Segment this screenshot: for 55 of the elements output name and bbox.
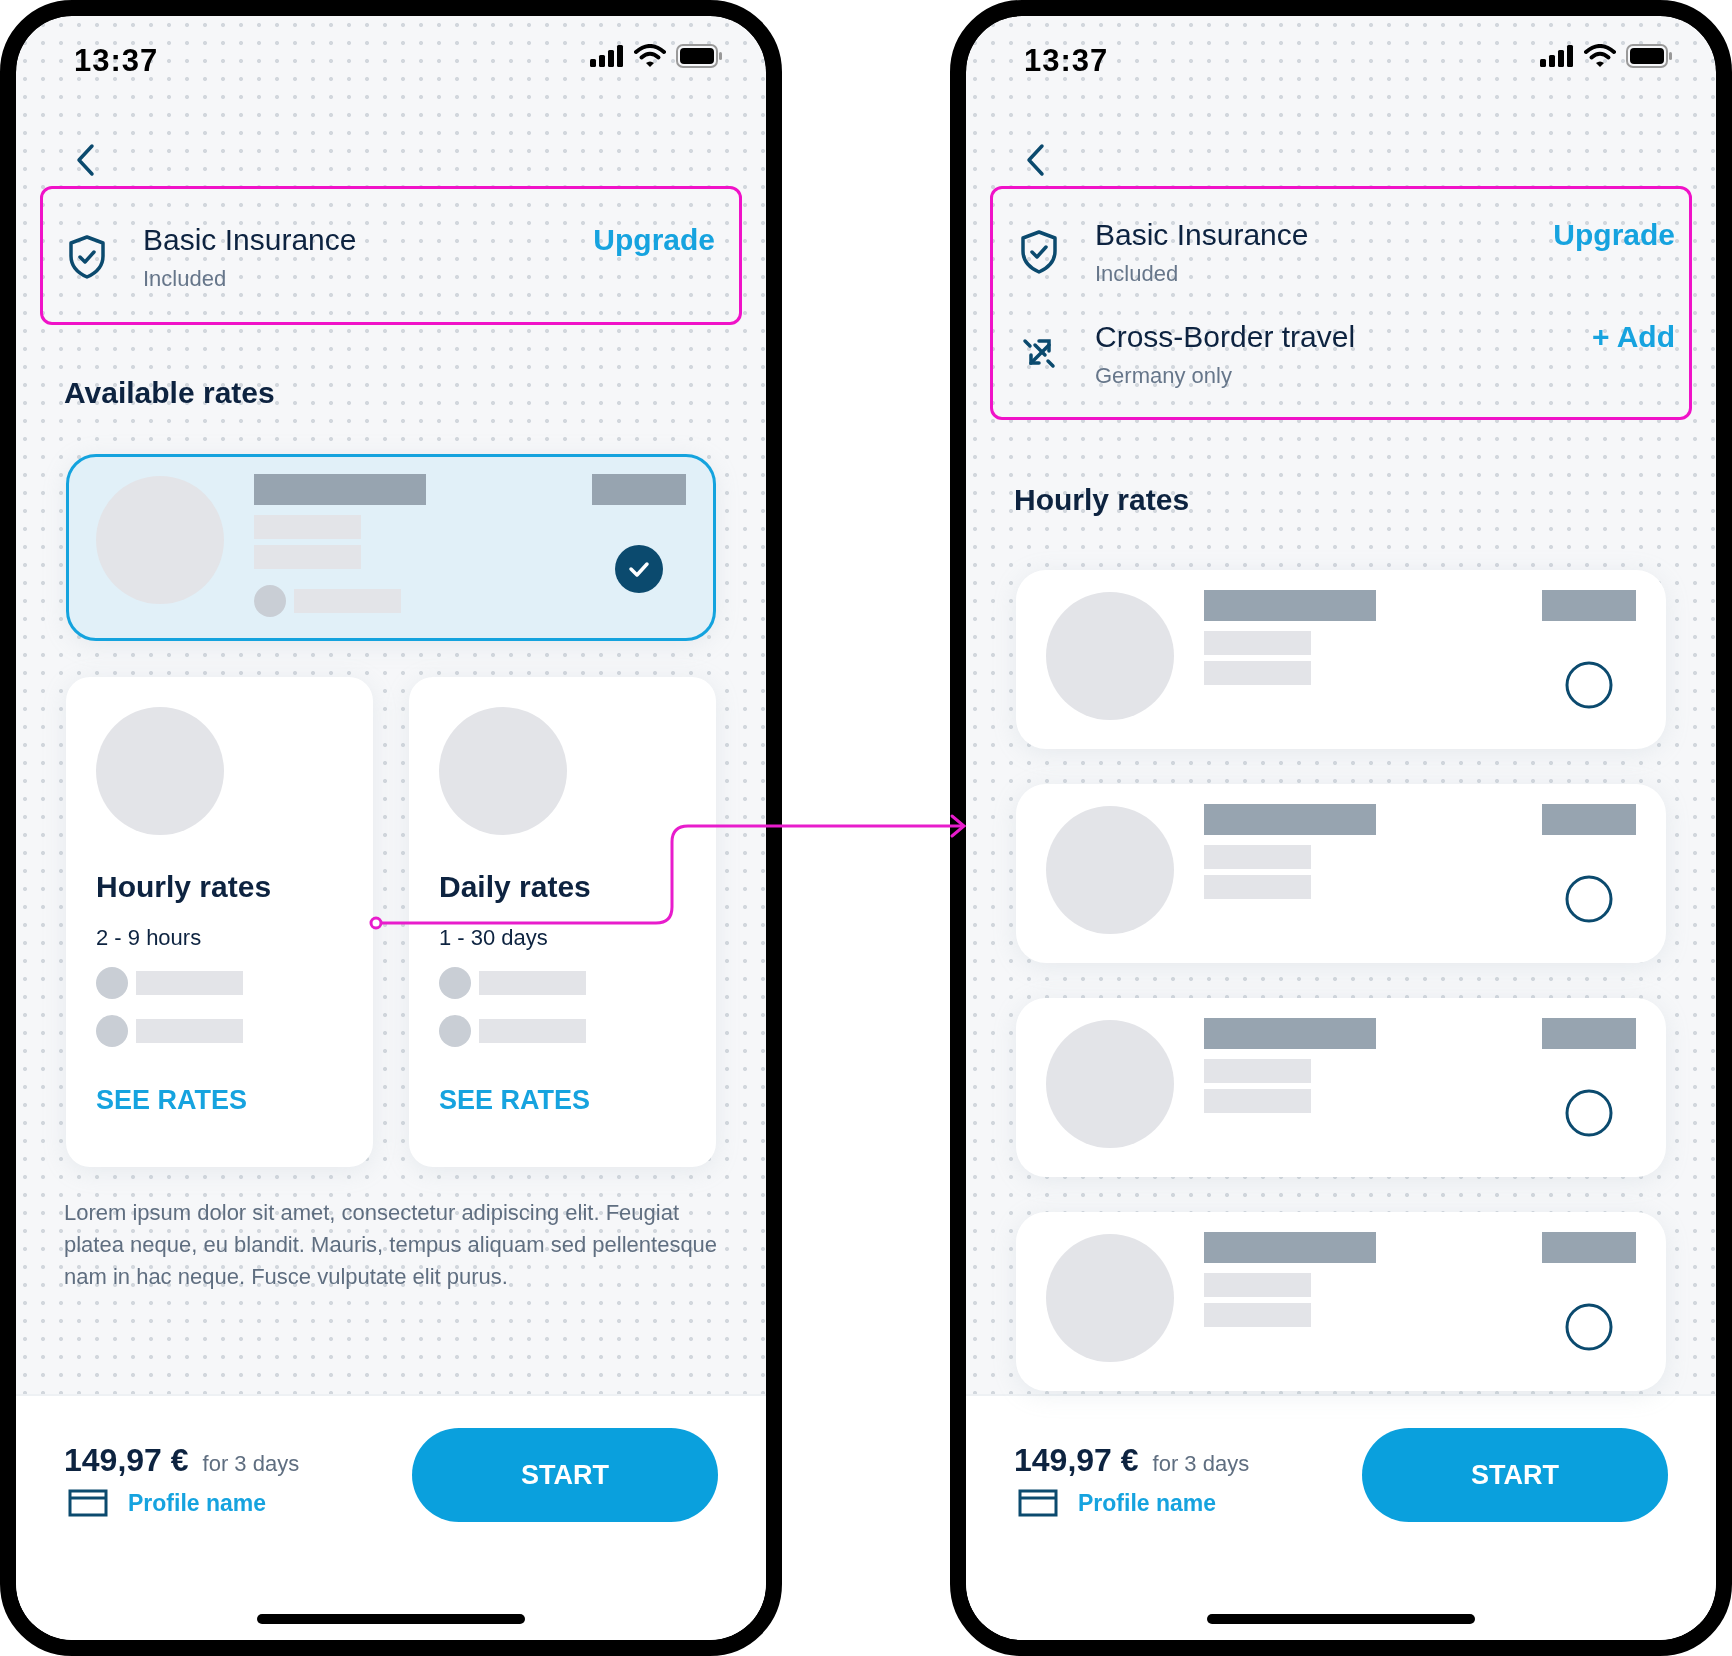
placeholder-dot [96,967,128,999]
rate-title: Daily rates [439,869,592,905]
check-circle-icon [615,545,663,593]
wifi-icon [634,44,666,68]
placeholder-dot [254,585,286,617]
placeholder-dot [439,967,471,999]
coverage-subtitle: Included [1095,261,1180,287]
see-rates-link[interactable]: SEE RATES [439,1085,686,1116]
radio-ring-icon [1565,875,1613,923]
back-icon[interactable] [74,143,96,177]
signal-icon [590,45,624,67]
battery-icon [676,44,722,68]
description-text: Lorem ipsum dolor sit amet, consectetur adipiscing elit. Feugiat platea neque, eu blandit. Mauris, tempus aliquam sed pellentesque nam in hac neque. Fusce vulputate elit purus. [64,1199,719,1291]
coverage-subtitle: Included [143,266,228,292]
rate-subtitle: 1 - 30 days [439,925,549,951]
coverage-title: Cross-Border travel [1095,319,1357,355]
radio-ring-icon [1565,661,1613,709]
section-heading: Available rates [64,375,276,411]
rate-option-card[interactable] [1016,784,1666,963]
coverage-title: Basic Insurance [143,222,358,258]
start-button[interactable]: START [1362,1428,1668,1522]
status-time: 13:37 [1024,44,1109,78]
battery-icon [1626,44,1672,68]
start-button[interactable]: START [412,1428,718,1522]
placeholder-dot [96,1015,128,1047]
status-time: 13:37 [74,44,159,78]
price: 149,97 € [1014,1442,1139,1479]
shield-check-icon [67,234,107,280]
radio-ring-icon [1565,1303,1613,1351]
rate-option-card[interactable] [1016,998,1666,1177]
rate-option-card[interactable] [1016,570,1666,749]
profile-link[interactable]: Profile name [128,1489,267,1517]
card-icon [1018,1489,1058,1517]
price-note: for 3 days [1152,1451,1250,1477]
rate-subtitle: 2 - 9 hours [96,925,203,951]
section-heading: Hourly rates [1014,482,1191,518]
shield-check-icon [1019,229,1059,275]
rate-option-card[interactable] [1016,1212,1666,1391]
coverage-action-link[interactable]: + Add [1591,319,1675,355]
radio-ring-icon [1565,1089,1613,1137]
price-note: for 3 days [202,1451,300,1477]
rate-title: Hourly rates [96,869,273,905]
back-icon[interactable] [1024,143,1046,177]
price: 149,97 € [64,1442,189,1479]
profile-link[interactable]: Profile name [1078,1489,1217,1517]
rate-option-card[interactable] [66,454,716,641]
coverage-action-link[interactable]: Upgrade [593,222,715,258]
coverage-subtitle: Germany only [1095,363,1233,389]
placeholder-dot [439,1015,471,1047]
see-rates-link[interactable]: SEE RATES [96,1085,343,1116]
wifi-icon [1584,44,1616,68]
card-icon [68,1489,108,1517]
coverage-title: Basic Insurance [1095,217,1310,253]
coverage-action-link[interactable]: Upgrade [1553,217,1675,253]
signal-icon [1540,45,1574,67]
